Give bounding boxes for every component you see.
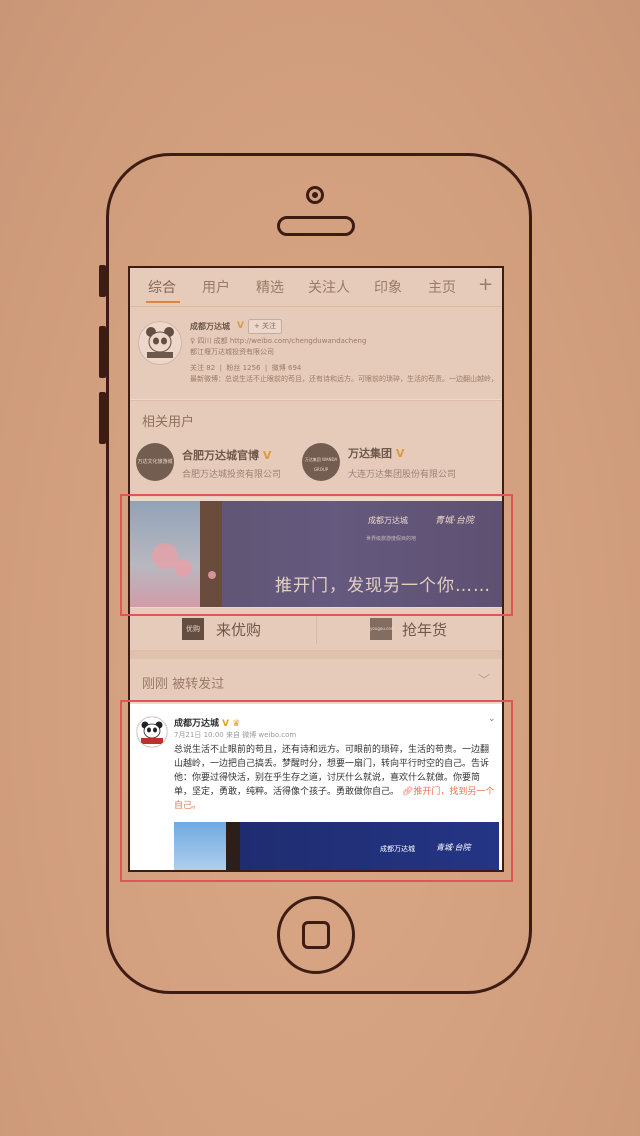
related-users: 相关用户 万达文化旅游城 合肥万达城官博 V 合肥万达城投资有限公司 万达集团 … <box>130 400 502 497</box>
weibo-label: 微博 <box>271 364 286 372</box>
related-avatar-hefei-text: 万达文化旅游城 <box>137 459 173 465</box>
yougou-com-icon-text: yougou.com <box>370 626 395 631</box>
active-tab-indicator <box>146 301 180 303</box>
location-text: 四川 成都 <box>197 337 228 345</box>
user-name[interactable]: 成都万达城 <box>190 321 230 332</box>
related-name-hefei[interactable]: 合肥万达城官博 V <box>182 447 271 463</box>
user-stats: 关注 82 | 粉丝 1256 | 微博 694 <box>190 364 302 372</box>
yougou-icon-text: 优购 <box>186 625 200 633</box>
speaker-grille <box>277 216 355 236</box>
home-square-icon <box>302 921 330 949</box>
search-tabs: 综合 用户 精选 关注人 印象 主页 + <box>130 268 502 307</box>
verified-icon: V <box>395 447 405 460</box>
related-desc-wanda: 大连万达集团股份有限公司 <box>348 470 457 480</box>
tab-users[interactable]: 用户 <box>202 277 230 297</box>
weibo-count[interactable]: 694 <box>288 364 301 372</box>
shop-divider <box>316 614 317 644</box>
mute-switch <box>99 265 106 297</box>
related-name-wanda[interactable]: 万达集团 V <box>348 445 404 461</box>
highlight-box-post <box>120 700 513 882</box>
fans-count[interactable]: 1256 <box>243 364 261 372</box>
section-divider <box>130 651 502 659</box>
volume-down-button <box>99 392 106 444</box>
related-avatar-wanda[interactable]: 万达集团 WANDA GROUP <box>302 443 340 481</box>
related-desc-hefei: 合肥万达城投资有限公司 <box>182 470 282 480</box>
tab-comprehensive[interactable]: 综合 <box>148 277 176 297</box>
highlight-box-banner <box>120 494 513 616</box>
fans-label: 粉丝 <box>226 364 241 372</box>
chevron-down-icon[interactable]: ﹀ <box>478 671 490 688</box>
shop-link-newyear[interactable]: 抢年货 <box>402 619 447 640</box>
follows-label: 关注 <box>190 364 204 372</box>
follow-button[interactable]: + 关注 <box>248 319 282 334</box>
tab-homepage[interactable]: 主页 <box>428 277 456 297</box>
user-avatar[interactable] <box>138 321 182 365</box>
volume-up-button <box>99 326 106 378</box>
user-url[interactable]: http://weibo.com/chengduwandacheng <box>230 337 367 345</box>
tab-impression[interactable]: 印象 <box>374 277 402 297</box>
user-location: ♀ 四川 成都 http://weibo.com/chengduwandache… <box>190 336 366 346</box>
reposted-label: 刚刚 被转发过 <box>142 677 225 692</box>
related-avatar-hefei[interactable]: 万达文化旅游城 <box>136 443 174 481</box>
reposted-header[interactable]: 刚刚 被转发过 ﹀ <box>130 659 502 701</box>
yougou-icon: 优购 <box>182 618 204 640</box>
related-name-hefei-text: 合肥万达城官博 <box>182 449 259 462</box>
verified-icon: V <box>262 449 272 462</box>
related-name-wanda-text: 万达集团 <box>348 447 392 460</box>
shop-link-yougou[interactable]: 来优购 <box>216 619 261 640</box>
user-company: 都江堰万达城投资有限公司 <box>190 348 274 356</box>
yougou-com-icon: yougou.com <box>370 618 395 640</box>
follows-count[interactable]: 82 <box>206 364 215 372</box>
add-tab-icon[interactable]: + <box>478 274 493 295</box>
verified-icon: V <box>237 321 244 331</box>
camera-icon <box>306 186 324 204</box>
tab-following[interactable]: 关注人 <box>308 277 350 297</box>
tab-featured[interactable]: 精选 <box>256 277 284 297</box>
related-avatar-wanda-text: 万达集团 WANDA GROUP <box>304 457 338 472</box>
latest-weibo[interactable]: 最新微博：总说生活不止眼前的苟且，还有诗和远方。可眼前的琐碎，生活的苟责。一边翻… <box>190 374 495 384</box>
related-title: 相关用户 <box>142 415 195 430</box>
user-card[interactable]: 成都万达城 V + 关注 ♀ 四川 成都 http://weibo.com/ch… <box>130 307 502 399</box>
